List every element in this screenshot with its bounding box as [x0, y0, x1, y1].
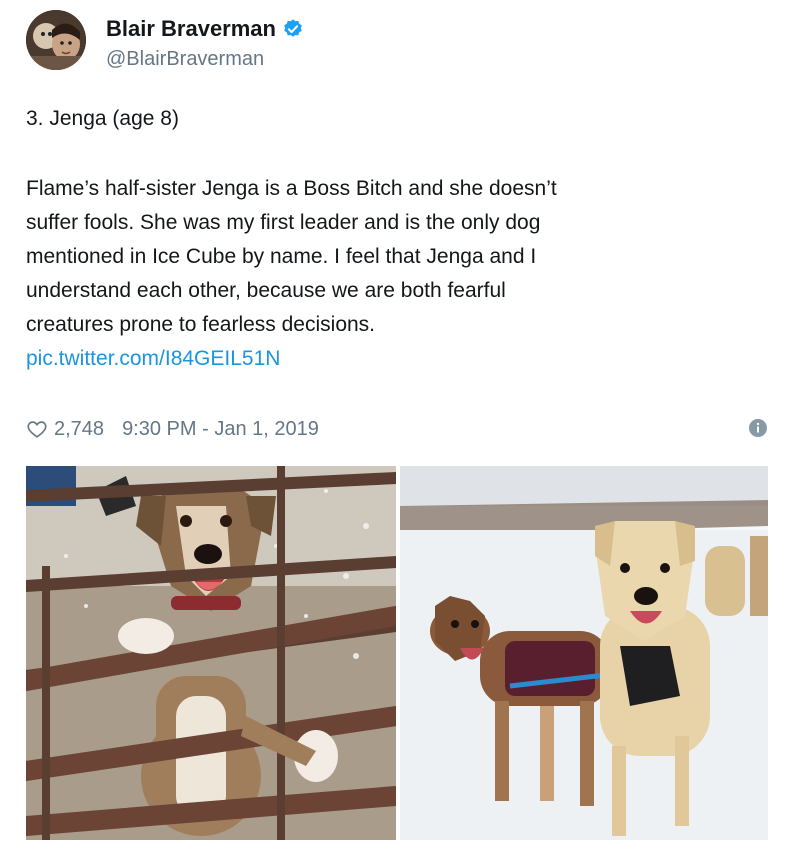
author-handle[interactable]: @BlairBraverman — [106, 48, 264, 71]
media-link[interactable]: pic.twitter.com/I84GEIL51N — [26, 342, 766, 376]
tweet-meta: 2,748 9:30 PM - Jan 1, 2019 — [26, 414, 768, 444]
photo-jenga-fence[interactable] — [26, 466, 396, 840]
author-name-text[interactable]: Blair Braverman — [106, 16, 276, 42]
tweet-line: Flame’s half-sister Jenga is a Boss Bitc… — [26, 177, 557, 200]
tweet-line: suffer fools. She was my first leader an… — [26, 211, 541, 234]
tweet-line: understand each other, because we are bo… — [26, 279, 506, 302]
tweet-line: mentioned in Ice Cube by name. I feel th… — [26, 245, 537, 268]
media-grid — [26, 466, 768, 840]
heart-icon[interactable] — [26, 418, 48, 440]
verified-badge-icon — [284, 19, 302, 37]
like-count[interactable]: 2,748 — [54, 418, 104, 441]
tweet-line: creatures prone to fearless decisions. — [26, 313, 376, 336]
info-icon[interactable] — [748, 418, 768, 438]
avatar[interactable] — [26, 10, 86, 70]
tweet-text: 3. Jenga (age 8) Flame’s half-sister Jen… — [26, 102, 766, 376]
timestamp[interactable]: 9:30 PM - Jan 1, 2019 — [122, 418, 319, 441]
tweet-header: Blair Braverman @BlairBraverman — [26, 10, 766, 80]
tweet-heading: 3. Jenga (age 8) — [26, 107, 179, 130]
author-name[interactable]: Blair Braverman — [106, 16, 304, 42]
photo-dogs-snow[interactable] — [400, 466, 768, 840]
